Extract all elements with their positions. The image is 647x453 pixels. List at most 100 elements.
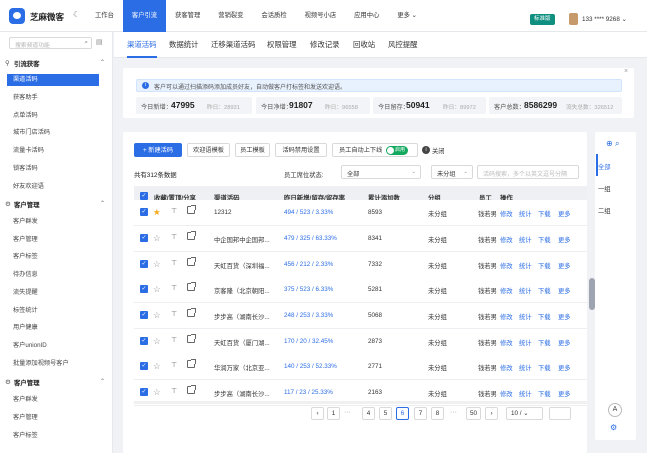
font-size-icon[interactable]: A (608, 403, 622, 417)
sidebar-item[interactable]: 获客助手 (13, 92, 38, 104)
code-name[interactable]: 华润万家（北京亚... (214, 363, 280, 372)
more-link[interactable]: 更多 (558, 363, 571, 372)
pin-top-icon[interactable]: ⊤ (171, 336, 177, 344)
sidebar-item[interactable]: 待办信息 (13, 269, 38, 281)
nav-item-acquisition-management[interactable]: 获客管理 (166, 0, 209, 32)
nav-item-customer-acquisition[interactable]: 客户引流 (122, 0, 167, 32)
sidebar-group-customer-management-2[interactable]: ⚙ 客户管理 ⌃ (0, 375, 112, 389)
share-icon[interactable] (187, 385, 196, 394)
add-circle-icon[interactable]: ⊕ (606, 139, 613, 148)
group-item-all[interactable]: 全部 (598, 162, 611, 171)
status-filter-select[interactable]: 全部 ⌄ (341, 165, 421, 179)
share-icon[interactable] (187, 282, 196, 291)
download-link[interactable]: 下载 (538, 209, 551, 218)
sidebar-item[interactable]: 客户群发 (13, 394, 38, 406)
sidebar-item[interactable]: 标签统计 (13, 305, 38, 317)
code-name[interactable]: 中企国邦中企国邦... (214, 235, 280, 244)
page-button[interactable]: 5 (379, 407, 392, 420)
code-name[interactable]: 天虹百货（厦门湖... (214, 338, 280, 347)
sidebar-item[interactable]: 用户健康 (13, 322, 38, 334)
share-icon[interactable] (187, 359, 196, 368)
tab-change-log[interactable]: 修改记录 (310, 32, 340, 58)
code-name[interactable]: 步步高（湖南长沙... (214, 389, 280, 398)
account-menu[interactable]: 133 **** 9268 ⌄ (582, 16, 627, 23)
download-link[interactable]: 下载 (538, 286, 551, 295)
sidebar-group-acquisition[interactable]: ⚲ 引流获客 ⌃ (0, 56, 112, 70)
stats-link[interactable]: 统计 (519, 261, 532, 270)
star-icon[interactable]: ★ (153, 206, 161, 218)
tab-channel-code[interactable]: 渠道活码 (127, 32, 157, 58)
stats-link[interactable]: 统计 (519, 389, 532, 398)
sidebar-item-channel-code[interactable]: 渠道活码 (7, 74, 99, 86)
edit-link[interactable]: 修改 (500, 389, 513, 398)
horizontal-scrollbar[interactable] (134, 401, 587, 404)
download-link[interactable]: 下载 (538, 389, 551, 398)
star-icon[interactable]: ☆ (153, 386, 161, 398)
page-button[interactable]: 7 (414, 407, 427, 420)
code-search-input[interactable]: 活码搜索，多个以英文逗号分隔 (477, 165, 579, 179)
yesterday-stats[interactable]: 117 / 23 / 25.33% (284, 389, 333, 396)
stats-link[interactable]: 统计 (519, 312, 532, 321)
sidebar-item[interactable]: 客户标签 (13, 251, 38, 263)
yesterday-stats[interactable]: 170 / 20 / 32.45% (284, 338, 333, 345)
row-checkbox[interactable]: ✓ (140, 337, 148, 345)
group-item-2[interactable]: 二组 (598, 206, 611, 215)
stats-link[interactable]: 统计 (519, 338, 532, 347)
download-link[interactable]: 下载 (538, 363, 551, 372)
yesterday-stats[interactable]: 494 / 523 / 3.33% (284, 209, 333, 216)
table-row[interactable]: ✓ ☆ ⊤ 中企国邦中企国邦... 479 / 325 / 63.33% 8341 未分组 钱… (134, 226, 587, 252)
edit-link[interactable]: 修改 (500, 209, 513, 218)
row-checkbox[interactable]: ✓ (140, 285, 148, 293)
sidebar-collapse-icon[interactable]: ▤ (96, 38, 106, 48)
pin-top-icon[interactable]: ⊤ (171, 207, 177, 215)
group-filter-select[interactable]: 未分组 ⌄ (431, 165, 473, 179)
more-link[interactable]: 更多 (558, 209, 571, 218)
edition-badge[interactable]: 标准版 (530, 14, 555, 25)
sidebar-item[interactable]: 客户群发 (13, 216, 38, 228)
row-checkbox[interactable]: ✓ (140, 388, 148, 396)
nav-item-video-shop[interactable]: 视频号小店 (296, 0, 345, 32)
search-icon[interactable]: ⌕ (615, 139, 619, 148)
next-page-button[interactable]: › (485, 407, 498, 420)
table-row[interactable]: ✓ ☆ ⊤ 华润万家（北京亚... 140 / 253 / 52.33% 2771 未分组 钱… (134, 354, 587, 380)
yesterday-stats[interactable]: 479 / 325 / 63.33% (284, 235, 337, 242)
edit-link[interactable]: 修改 (500, 312, 513, 321)
pin-top-icon[interactable]: ⊤ (171, 259, 177, 267)
nav-item-more[interactable]: 更多 ⌄ (388, 0, 426, 32)
more-link[interactable]: 更多 (558, 389, 571, 398)
edit-link[interactable]: 修改 (500, 286, 513, 295)
nav-item-app-center[interactable]: 应用中心 (345, 0, 388, 32)
pin-top-icon[interactable]: ⊤ (171, 310, 177, 318)
sidebar-group-customer-management[interactable]: ⚙ 客户管理 ⌃ (0, 197, 112, 211)
group-item-1[interactable]: 一组 (598, 184, 611, 193)
stats-link[interactable]: 统计 (519, 235, 532, 244)
star-icon[interactable]: ☆ (153, 283, 161, 295)
tab-risk-alerts[interactable]: 风控提醒 (388, 32, 418, 58)
table-row[interactable]: ✓ ☆ ⊤ 步步高（湖南长沙... 248 / 253 / 3.33% 5068 未分组 钱若… (134, 303, 587, 329)
star-icon[interactable]: ☆ (153, 335, 161, 347)
stats-link[interactable]: 统计 (519, 286, 532, 295)
sidebar-item[interactable]: 流量卡活码 (13, 145, 44, 157)
settings-gear-icon[interactable]: ⚙ (610, 423, 617, 432)
yesterday-stats[interactable]: 140 / 253 / 52.33% (284, 363, 337, 370)
sidebar-search-input[interactable]: 搜索频道功能 ⌕ (9, 37, 92, 49)
welcome-template-button[interactable]: 欢迎语模板 (187, 143, 230, 157)
new-code-button[interactable]: + 新建活码 (134, 143, 182, 157)
pin-top-icon[interactable]: ⊤ (171, 284, 177, 292)
edit-link[interactable]: 修改 (500, 363, 513, 372)
tab-migrate[interactable]: 迁移渠道活码 (211, 32, 255, 58)
more-link[interactable]: 更多 (558, 312, 571, 321)
yesterday-stats[interactable]: 248 / 253 / 3.33% (284, 312, 333, 319)
yesterday-stats[interactable]: 375 / 523 / 6.33% (284, 286, 333, 293)
sidebar-item[interactable]: 批量添加视频号客户 (13, 358, 69, 370)
table-row[interactable]: ✓ ★ ⊤ 12312 494 / 523 / 3.33% 8593 未分组 钱若男 修改 统计下… (134, 200, 587, 226)
code-name[interactable]: 步步高（湖南长沙... (214, 312, 280, 321)
pin-top-icon[interactable]: ⊤ (171, 233, 177, 241)
more-link[interactable]: 更多 (558, 338, 571, 347)
nav-item-workbench[interactable]: 工作台 (86, 0, 123, 32)
row-checkbox[interactable]: ✓ (140, 260, 148, 268)
table-row[interactable]: ✓ ☆ ⊤ 天虹百货（深圳福... 456 / 212 / 2.33% 7332 未分组 钱若… (134, 252, 587, 278)
download-link[interactable]: 下载 (538, 261, 551, 270)
row-checkbox[interactable]: ✓ (140, 208, 148, 216)
page-button-current[interactable]: 6 (396, 407, 409, 420)
